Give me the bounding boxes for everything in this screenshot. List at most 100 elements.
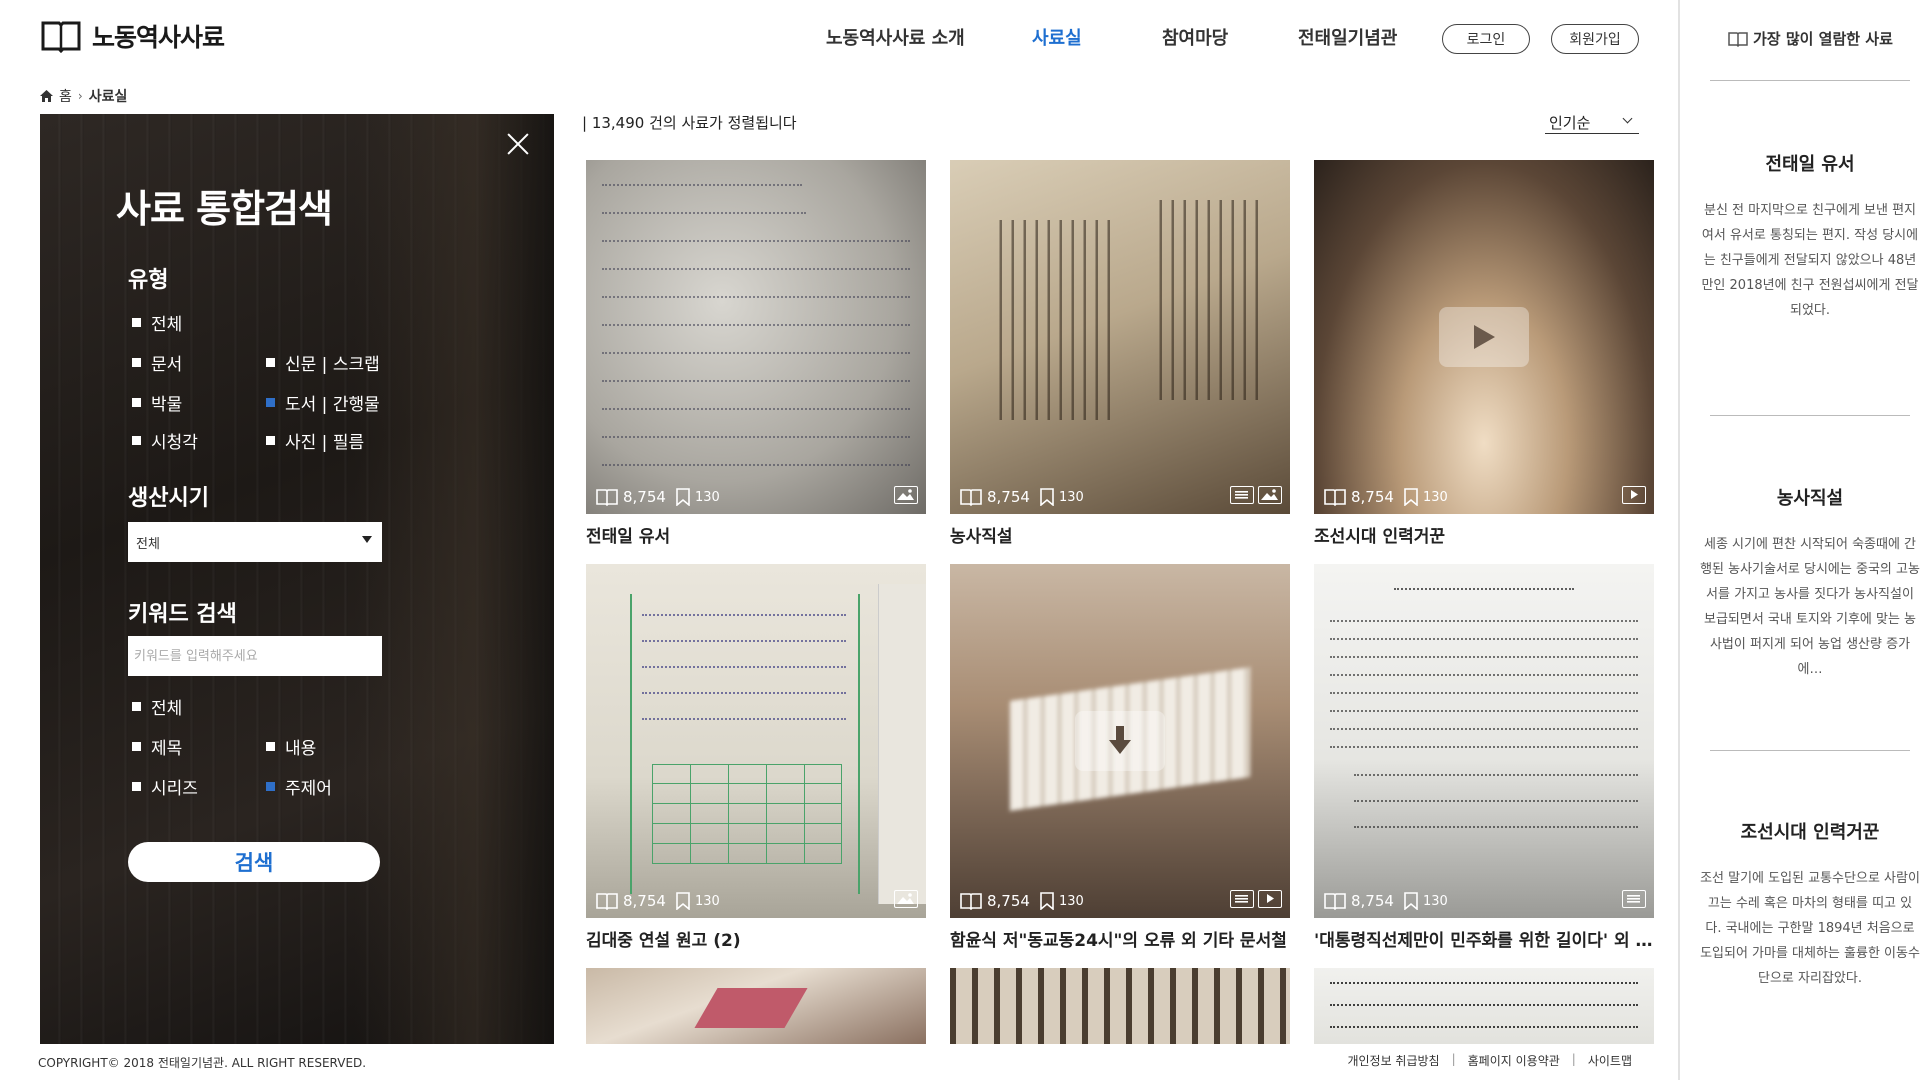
type-option-books[interactable]: 도서 | 간행물 [266,390,380,415]
sort-select[interactable]: 인기순 [1545,110,1639,134]
result-card[interactable] [586,968,926,1044]
scope-option-subject[interactable]: 주제어 [266,774,332,799]
bookmark-icon[interactable] [676,892,690,910]
most-viewed-item-desc: 세종 시기에 편찬 시작되어 숙종때에 간행된 농사기술서로 당시에는 중국의 … [1700,537,1920,677]
scope-option-title[interactable]: 제목 [132,734,182,759]
result-card[interactable]: 8,754 130 함윤식 저"동교동24시"의 오류 외 기타 문서철 [950,564,1290,951]
checkbox[interactable] [132,398,141,407]
checkbox[interactable] [132,782,141,791]
close-icon[interactable] [504,130,532,158]
type-option-all[interactable]: 전체 [132,310,182,335]
result-card[interactable] [950,968,1290,1044]
card-thumbnail: 8,754 130 [1314,160,1654,514]
type-option-label: 시청각 [151,433,198,453]
result-card[interactable]: 8,754 130 농사직설 [950,160,1290,547]
type-icons [1230,890,1282,908]
view-count: 8,754 [1351,488,1394,506]
download-button[interactable] [1075,711,1165,771]
document-icon [1230,486,1254,504]
login-button[interactable]: 로그인 [1442,24,1530,54]
most-viewed-item-title: 조선시대 인력거꾼 [1740,822,1880,843]
breadcrumb-home[interactable]: 홈 [59,86,72,106]
checkbox[interactable] [266,358,275,367]
type-option-photo[interactable]: 사진 | 필름 [266,428,364,453]
type-option-newspaper[interactable]: 신문 | 스크랩 [266,350,380,375]
checkbox-checked[interactable] [266,782,275,791]
most-viewed-item[interactable]: 전태일 유서 분신 전 마지막으로 친구에게 보낸 편지여서 유서로 통칭되는 … [1700,150,1920,323]
type-option-label: 전체 [151,315,183,335]
card-title[interactable]: 김대중 연설 원고 (2) [586,926,926,951]
play-button[interactable] [1439,307,1529,367]
card-thumbnail: 8,754 130 [586,564,926,918]
result-card[interactable]: 8,754 130 '대통령직선제만이 민주화를 위한 길이다' 외 여러 문서 [1314,564,1654,951]
checkbox-checked[interactable] [266,398,275,407]
checkbox[interactable] [132,358,141,367]
type-option-label: 신문 | 스크랩 [285,355,380,375]
book-open-icon [596,489,618,506]
sort-label: 인기순 [1549,114,1591,132]
book-text-columns [990,220,1110,420]
type-option-artifact[interactable]: 박물 [132,390,182,415]
most-viewed-item[interactable]: 조선시대 인력거꾼 조선 말기에 도입된 교통수단으로 사람이 끄는 수레 혹은… [1700,818,1920,991]
most-viewed-item[interactable]: 농사직설 세종 시기에 편찬 시작되어 숙종때에 간행된 농사기술서로 당시에는… [1700,484,1920,682]
search-panel-title: 사료 통합검색 [116,187,333,231]
scope-option-content[interactable]: 내용 [266,734,316,759]
typed-line [1330,674,1638,676]
checkbox[interactable] [266,742,275,751]
result-card[interactable]: 8,754 130 전태일 유서 [586,160,926,547]
card-title[interactable]: 조선시대 인력거꾼 [1314,522,1654,547]
type-icons [1230,486,1282,504]
result-card[interactable]: 8,754 130 김대중 연설 원고 (2) [586,564,926,951]
type-option-audiovisual[interactable]: 시청각 [132,428,198,453]
result-card[interactable]: 8,754 130 조선시대 인력거꾼 [1314,160,1654,547]
footer-link-privacy[interactable]: 개인정보 취급방침 [1347,1052,1439,1069]
view-count: 8,754 [1351,892,1394,910]
typed-line [1330,638,1638,640]
bookmark-icon[interactable] [676,488,690,506]
site-logo[interactable]: 노동역사사료 [40,18,225,54]
card-title[interactable]: 전태일 유서 [586,522,926,547]
card-title[interactable]: 함윤식 저"동교동24시"의 오류 외 기타 문서철 [950,926,1290,951]
keyword-input[interactable] [128,636,382,676]
footer-separator: | [1451,1052,1456,1066]
footer-link-sitemap[interactable]: 사이트맵 [1588,1052,1632,1069]
breadcrumb: 홈 › 사료실 [40,86,127,106]
footer-link-terms[interactable]: 홈페이지 이용약관 [1468,1052,1560,1069]
bookmark-icon[interactable] [1040,488,1054,506]
logo-text: 노동역사사료 [92,23,225,52]
most-viewed-item-desc: 분신 전 마지막으로 친구에게 보낸 편지여서 유서로 통칭되는 편지. 작성 … [1701,203,1919,318]
card-thumbnail: 8,754 130 [950,564,1290,918]
search-button[interactable]: 검색 [128,842,380,882]
bookmark-icon[interactable] [1404,892,1418,910]
home-icon[interactable] [40,90,53,102]
checkbox[interactable] [132,702,141,711]
scope-option-label: 제목 [151,739,183,759]
card-title[interactable]: '대통령직선제만이 민주화를 위한 길이다' 외 여러 문서 [1314,926,1654,951]
view-count: 8,754 [623,892,666,910]
period-select[interactable]: 전체 [128,522,382,562]
nav-item-intro[interactable]: 노동역사사료 소개 [826,24,965,50]
nav-item-participation[interactable]: 참여마당 [1162,24,1228,50]
checkbox[interactable] [266,436,275,445]
bookmark-icon[interactable] [1404,488,1418,506]
handwriting-line [642,692,846,694]
card-title[interactable]: 농사직설 [950,522,1290,547]
ledger-table [652,764,842,864]
checkbox[interactable] [132,742,141,751]
scope-option-series[interactable]: 시리즈 [132,774,198,799]
bookmark-icon[interactable] [1040,892,1054,910]
checkbox[interactable] [132,318,141,327]
handwriting-line [602,464,910,466]
type-option-document[interactable]: 문서 [132,350,182,375]
scope-option-all[interactable]: 전체 [132,694,182,719]
download-icon [1109,726,1131,754]
book-open-icon [1728,31,1748,47]
type-option-label: 박물 [151,395,183,415]
caret-down-icon [362,536,372,543]
result-count: | 13,490 건의 사료가 정렬됩니다 [582,114,797,132]
signup-button[interactable]: 회원가입 [1551,24,1639,54]
checkbox[interactable] [132,436,141,445]
nav-item-archive[interactable]: 사료실 [1032,24,1082,50]
result-card[interactable] [1314,968,1654,1044]
nav-item-memorial[interactable]: 전태일기념관 [1298,24,1397,50]
